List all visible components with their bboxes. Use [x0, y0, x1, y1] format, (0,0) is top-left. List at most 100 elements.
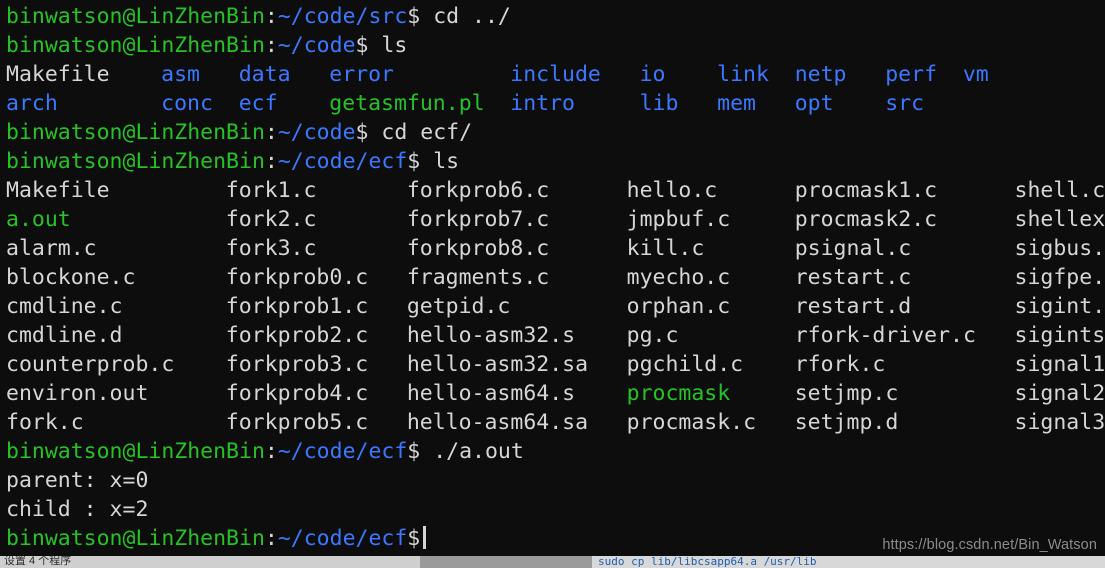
ls-ecf-entry[interactable]: procmask2.c: [795, 205, 937, 234]
ls-ecf-entry[interactable]: psignal.c: [795, 234, 912, 263]
ls-ecf-entry[interactable]: jmpbuf.c: [627, 205, 731, 234]
ls-ecf-entry[interactable]: signal3.c: [1015, 408, 1105, 437]
prompt-separator: :: [264, 120, 278, 145]
ls-ecf-entry[interactable]: hello-asm32.s: [407, 321, 575, 350]
prompt-separator: :: [264, 4, 278, 29]
ls-ecf-entry[interactable]: signal1.c: [1015, 350, 1105, 379]
ls-code-entry[interactable]: ecf: [239, 89, 278, 118]
prompt-path: ~/code: [277, 33, 356, 58]
ls-ecf-entry[interactable]: forkprob0.c: [226, 263, 368, 292]
ls-ecf-entry[interactable]: restart.c: [795, 263, 912, 292]
program-output-line: child : x=2: [6, 495, 1105, 524]
prompt-user-host: binwatson@LinZhenBin: [6, 120, 265, 145]
ls-code-entry[interactable]: include: [510, 60, 601, 89]
ls-ecf-entry[interactable]: orphan.c: [627, 292, 731, 321]
prompt-symbol: $: [407, 149, 421, 174]
ls-code-entry[interactable]: arch: [6, 89, 58, 118]
ls-code-entry[interactable]: opt: [795, 89, 834, 118]
ls-ecf-entry[interactable]: sigint.c: [1015, 292, 1105, 321]
prompt-separator: :: [264, 526, 278, 551]
ls-code-entry[interactable]: netp: [795, 60, 847, 89]
ls-ecf-entry[interactable]: fork1.c: [226, 176, 317, 205]
ls-ecf-entry[interactable]: rfork-driver.c: [795, 321, 976, 350]
ls-ecf-entry[interactable]: sigints.c: [1015, 321, 1105, 350]
prompt-user-host: binwatson@LinZhenBin: [6, 4, 265, 29]
prompt-command[interactable]: cd ../: [420, 4, 511, 29]
ls-ecf-entry[interactable]: restart.d: [795, 292, 912, 321]
ls-ecf-entry[interactable]: fork3.c: [226, 234, 317, 263]
ls-ecf-entry[interactable]: fragments.c: [407, 263, 549, 292]
bottom-strip-command-text: sudo cp lib/libcsapp64.a /usr/lib: [592, 556, 1105, 568]
ls-code-entry[interactable]: intro: [510, 89, 575, 118]
ls-code-entry[interactable]: lib: [640, 89, 679, 118]
ls-ecf-entry[interactable]: procmask1.c: [795, 176, 937, 205]
ls-code-entry[interactable]: io: [640, 60, 666, 89]
ls-ecf-entry[interactable]: hello-asm64.s: [407, 379, 575, 408]
ls-ecf-entry[interactable]: pgchild.c: [627, 350, 744, 379]
ls-ecf-entry[interactable]: sigfpe.c: [1015, 263, 1105, 292]
prompt-command[interactable]: ls: [420, 149, 459, 174]
ls-ecf-entry[interactable]: getpid.c: [407, 292, 511, 321]
ls-ecf-entry[interactable]: sigbus.c: [1015, 234, 1105, 263]
ls-ecf-entry[interactable]: forkprob6.c: [407, 176, 549, 205]
prompt-command[interactable]: cd ecf/: [368, 120, 472, 145]
ls-ecf-entry[interactable]: shellex.c: [1015, 205, 1105, 234]
ls-code-entry[interactable]: link: [717, 60, 769, 89]
prompt-line: binwatson@LinZhenBin:~/code/ecf$ ls: [6, 147, 1105, 176]
ls-ecf-entry[interactable]: cmdline.d: [6, 321, 123, 350]
ls-code-entry[interactable]: getasmfun.pl: [329, 89, 484, 118]
ls-code-entry[interactable]: conc: [161, 89, 213, 118]
ls-ecf-entry[interactable]: shell.c: [1015, 176, 1105, 205]
ls-ecf-entry[interactable]: cmdline.c: [6, 292, 123, 321]
ls-ecf-entry[interactable]: Makefile: [6, 176, 110, 205]
ls-ecf-entry[interactable]: blockone.c: [6, 263, 135, 292]
prompt-symbol: $: [355, 120, 369, 145]
ls-ecf-entry[interactable]: forkprob8.c: [407, 234, 549, 263]
text-cursor: [423, 526, 427, 549]
ls-ecf-entry[interactable]: setjmp.d: [795, 408, 899, 437]
ls-code-entry[interactable]: asm: [161, 60, 200, 89]
prompt-user-host: binwatson@LinZhenBin: [6, 33, 265, 58]
ls-ecf-entry[interactable]: fork.c: [6, 408, 84, 437]
prompt-path: ~/code/ecf: [277, 149, 408, 174]
ls-ecf-entry[interactable]: myecho.c: [627, 263, 731, 292]
ls-ecf-entry[interactable]: forkprob7.c: [407, 205, 549, 234]
ls-ecf-entry[interactable]: forkprob2.c: [226, 321, 368, 350]
ls-code-entry[interactable]: Makefile: [6, 60, 110, 89]
prompt-symbol: $: [407, 526, 421, 551]
prompt-path: ~/code/ecf: [277, 439, 408, 464]
ls-ecf-entry[interactable]: hello-asm32.sa: [407, 350, 588, 379]
ls-ecf-entry[interactable]: procmask: [627, 379, 731, 408]
ls-ecf-entry[interactable]: a.out: [6, 205, 71, 234]
prompt-command[interactable]: ./a.out: [420, 439, 524, 464]
terminal-window[interactable]: binwatson@LinZhenBin:~/code/src$ cd ../b…: [0, 0, 1105, 568]
ls-ecf-entry[interactable]: fork2.c: [226, 205, 317, 234]
ls-code-entry[interactable]: data: [239, 60, 291, 89]
ls-ecf-entry[interactable]: setjmp.c: [795, 379, 899, 408]
program-output-text: child : x=2: [6, 497, 149, 522]
ls-ecf-entry[interactable]: forkprob4.c: [226, 379, 368, 408]
ls-code-entry[interactable]: error: [329, 60, 394, 89]
ls-ecf-entry[interactable]: alarm.c: [6, 234, 97, 263]
ls-code-entry[interactable]: vm: [963, 60, 989, 89]
ls-ecf-entry[interactable]: hello.c: [627, 176, 718, 205]
csdn-watermark: https://blog.csdn.net/Bin_Watson: [882, 537, 1097, 553]
ls-ecf-entry[interactable]: counterprob.c: [6, 350, 174, 379]
bottom-window-sliver[interactable]: 设置 4 个程序 sudo cp lib/libcsapp64.a /usr/l…: [0, 556, 1105, 568]
ls-code-entry[interactable]: mem: [717, 89, 756, 118]
prompt-command[interactable]: ls: [368, 33, 407, 58]
ls-code-entry[interactable]: src: [885, 89, 924, 118]
ls-ecf-entry[interactable]: rfork.c: [795, 350, 886, 379]
ls-ecf-entry[interactable]: forkprob3.c: [226, 350, 368, 379]
ls-code-entry[interactable]: perf: [885, 60, 937, 89]
ls-ecf-entry[interactable]: kill.c: [627, 234, 705, 263]
ls-ecf-entry[interactable]: forkprob1.c: [226, 292, 368, 321]
ls-ecf-entry[interactable]: environ.out: [6, 379, 148, 408]
bottom-strip-scrollbar[interactable]: [420, 556, 592, 568]
ls-ecf-entry[interactable]: hello-asm64.sa: [407, 408, 588, 437]
ls-ecf-entry[interactable]: procmask.c: [627, 408, 756, 437]
ls-ecf-entry[interactable]: pg.c: [627, 321, 679, 350]
prompt-path: ~/code/ecf: [277, 526, 408, 551]
ls-ecf-entry[interactable]: forkprob5.c: [226, 408, 368, 437]
ls-ecf-entry[interactable]: signal2.c: [1015, 379, 1105, 408]
